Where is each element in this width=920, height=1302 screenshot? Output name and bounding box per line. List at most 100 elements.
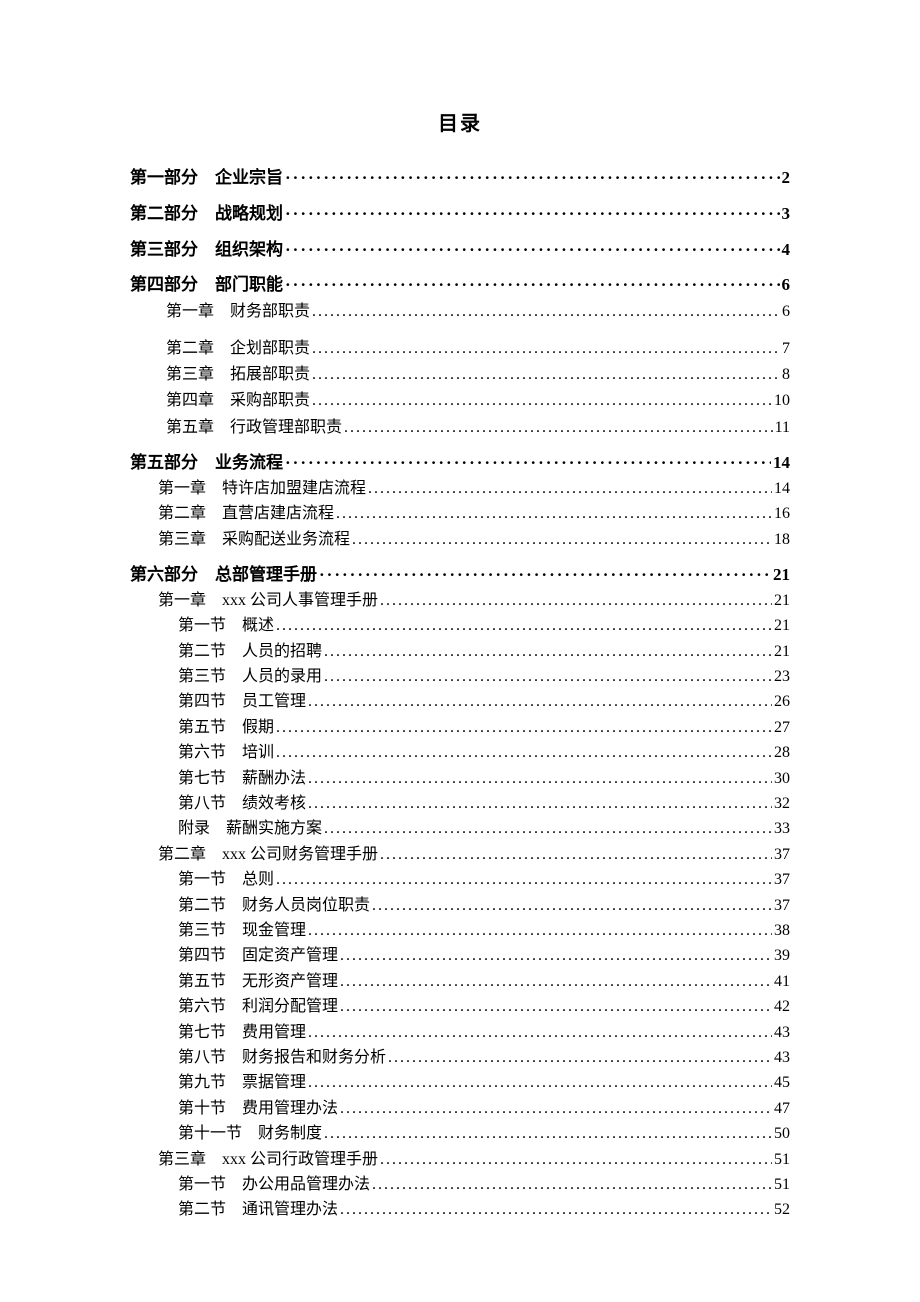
toc-entry-label: 第一节 总则 <box>178 869 274 891</box>
toc-leader <box>340 996 772 1018</box>
toc-leader <box>388 1047 772 1069</box>
toc-leader <box>276 717 772 739</box>
toc-leader <box>312 301 780 323</box>
toc-entry-label: 第三节 现金管理 <box>178 920 306 942</box>
toc-entry-label: 第九节 票据管理 <box>178 1072 306 1094</box>
toc-leader <box>340 971 772 993</box>
toc-leader <box>380 1149 772 1171</box>
toc-entry-page: 7 <box>782 338 790 360</box>
toc-leader <box>285 273 780 297</box>
toc-entry-page: 11 <box>775 417 790 439</box>
toc-entry: 第三章 拓展部职责8 <box>166 364 790 386</box>
toc-leader <box>308 920 772 942</box>
toc-entry-label: 第一节 办公用品管理办法 <box>178 1174 370 1196</box>
toc-entry-page: 18 <box>774 529 790 551</box>
toc-leader <box>276 742 772 764</box>
toc-leader <box>308 1022 772 1044</box>
toc-entry: 第一章 特许店加盟建店流程14 <box>158 478 790 500</box>
toc-leader <box>319 563 771 587</box>
toc-leader <box>380 590 772 612</box>
toc-entry: 第二节 人员的招聘21 <box>178 641 790 663</box>
toc-entry: 第九节 票据管理 45 <box>178 1072 790 1094</box>
toc-leader <box>308 793 772 815</box>
toc-entry: 第十节 费用管理办法 47 <box>178 1098 790 1120</box>
toc-leader <box>285 202 780 226</box>
toc-entry-label: 第四章 采购部职责 <box>166 390 310 412</box>
toc-entry-label: 第四部分 部门职能 <box>130 273 283 297</box>
toc-entry-page: 41 <box>774 971 790 993</box>
toc-entry-page: 32 <box>774 793 790 815</box>
toc-entry-page: 37 <box>774 895 790 917</box>
toc-leader <box>285 451 771 475</box>
toc-leader <box>344 417 773 439</box>
toc-entry-page: 38 <box>774 920 790 942</box>
toc-leader <box>324 1123 772 1145</box>
toc-entry: 第一节 总则37 <box>178 869 790 891</box>
toc-entry-label: 第二章 xxx 公司财务管理手册 <box>158 844 378 866</box>
toc-leader <box>276 615 772 637</box>
toc-entry: 第五部分 业务流程14 <box>130 451 790 475</box>
toc-entry-label: 第一章 xxx 公司人事管理手册 <box>158 590 378 612</box>
toc-entry: 第一节 办公用品管理办法 51 <box>178 1174 790 1196</box>
toc-entry: 第二章 企划部职责7 <box>166 338 790 360</box>
toc-leader <box>308 691 772 713</box>
toc-entry-page: 50 <box>774 1123 790 1145</box>
toc-entry: 第八节 绩效考核 32 <box>178 793 790 815</box>
toc-leader <box>352 529 772 551</box>
toc-entry-label: 第八节 财务报告和财务分析 <box>178 1047 386 1069</box>
toc-entry-page: 51 <box>774 1174 790 1196</box>
toc-entry-page: 4 <box>782 238 791 262</box>
toc-leader <box>276 869 772 891</box>
toc-entry-label: 第六节 利润分配管理 <box>178 996 338 1018</box>
toc-entry-label: 第二节 人员的招聘 <box>178 641 322 663</box>
toc-entry-page: 14 <box>774 478 790 500</box>
toc-entry-label: 第八节 绩效考核 <box>178 793 306 815</box>
toc-entry: 第七节 费用管理43 <box>178 1022 790 1044</box>
toc-entry: 第六节 利润分配管理42 <box>178 996 790 1018</box>
toc-entry-label: 第二部分 战略规划 <box>130 202 283 226</box>
toc-entry-label: 第十节 费用管理办法 <box>178 1098 338 1120</box>
toc-entry: 第一部分 企业宗旨2 <box>130 166 790 190</box>
toc-entry: 附录 薪酬实施方案33 <box>178 818 790 840</box>
toc-entry: 第四节 固定资产管理39 <box>178 945 790 967</box>
toc-entry: 第十一节 财务制度 50 <box>178 1123 790 1145</box>
toc-entry-page: 26 <box>774 691 790 713</box>
toc-entry: 第二节 通讯管理办法52 <box>178 1199 790 1221</box>
toc-entry: 第四部分 部门职能6 <box>130 273 790 297</box>
toc-entry-label: 第三章 拓展部职责 <box>166 364 310 386</box>
toc-entry-label: 第三章 采购配送业务流程 <box>158 529 350 551</box>
toc-leader <box>324 641 772 663</box>
toc-leader <box>308 1072 772 1094</box>
toc-entry: 第二部分 战略规划 3 <box>130 202 790 226</box>
toc-entry-page: 43 <box>774 1047 790 1069</box>
toc-entry-label: 第六部分 总部管理手册 <box>130 563 317 587</box>
toc-entry-page: 30 <box>774 768 790 790</box>
toc-entry-page: 21 <box>773 563 790 587</box>
toc-entry-page: 28 <box>774 742 790 764</box>
toc-entry-page: 3 <box>782 202 791 226</box>
toc-entry-label: 第一节 概述 <box>178 615 274 637</box>
toc-entry-page: 33 <box>774 818 790 840</box>
toc-entry-page: 23 <box>774 666 790 688</box>
toc-leader <box>340 1098 772 1120</box>
toc-entry-page: 2 <box>782 166 791 190</box>
toc-entry-label: 第五节 假期 <box>178 717 274 739</box>
toc-entry-page: 10 <box>774 390 790 412</box>
toc-entry-page: 45 <box>774 1072 790 1094</box>
toc-entry: 第四章 采购部职责 10 <box>166 390 790 412</box>
toc-title: 目录 <box>130 110 790 138</box>
toc-entry: 第六部分 总部管理手册 21 <box>130 563 790 587</box>
toc-entry: 第一章 财务部职责6 <box>166 301 790 323</box>
toc-entry-label: 第五部分 业务流程 <box>130 451 283 475</box>
toc-leader <box>312 338 780 360</box>
toc-entry-page: 27 <box>774 717 790 739</box>
toc-entry-label: 第三章 xxx 公司行政管理手册 <box>158 1149 378 1171</box>
toc-entry-page: 51 <box>774 1149 790 1171</box>
toc-entry-page: 37 <box>774 844 790 866</box>
toc-entry-page: 47 <box>774 1098 790 1120</box>
toc-entry-label: 第十一节 财务制度 <box>178 1123 322 1145</box>
toc-leader <box>312 390 772 412</box>
toc-entry: 第四节 员工管理26 <box>178 691 790 713</box>
toc-entry: 第八节 财务报告和财务分析 43 <box>178 1047 790 1069</box>
toc-entry-label: 第六节 培训 <box>178 742 274 764</box>
